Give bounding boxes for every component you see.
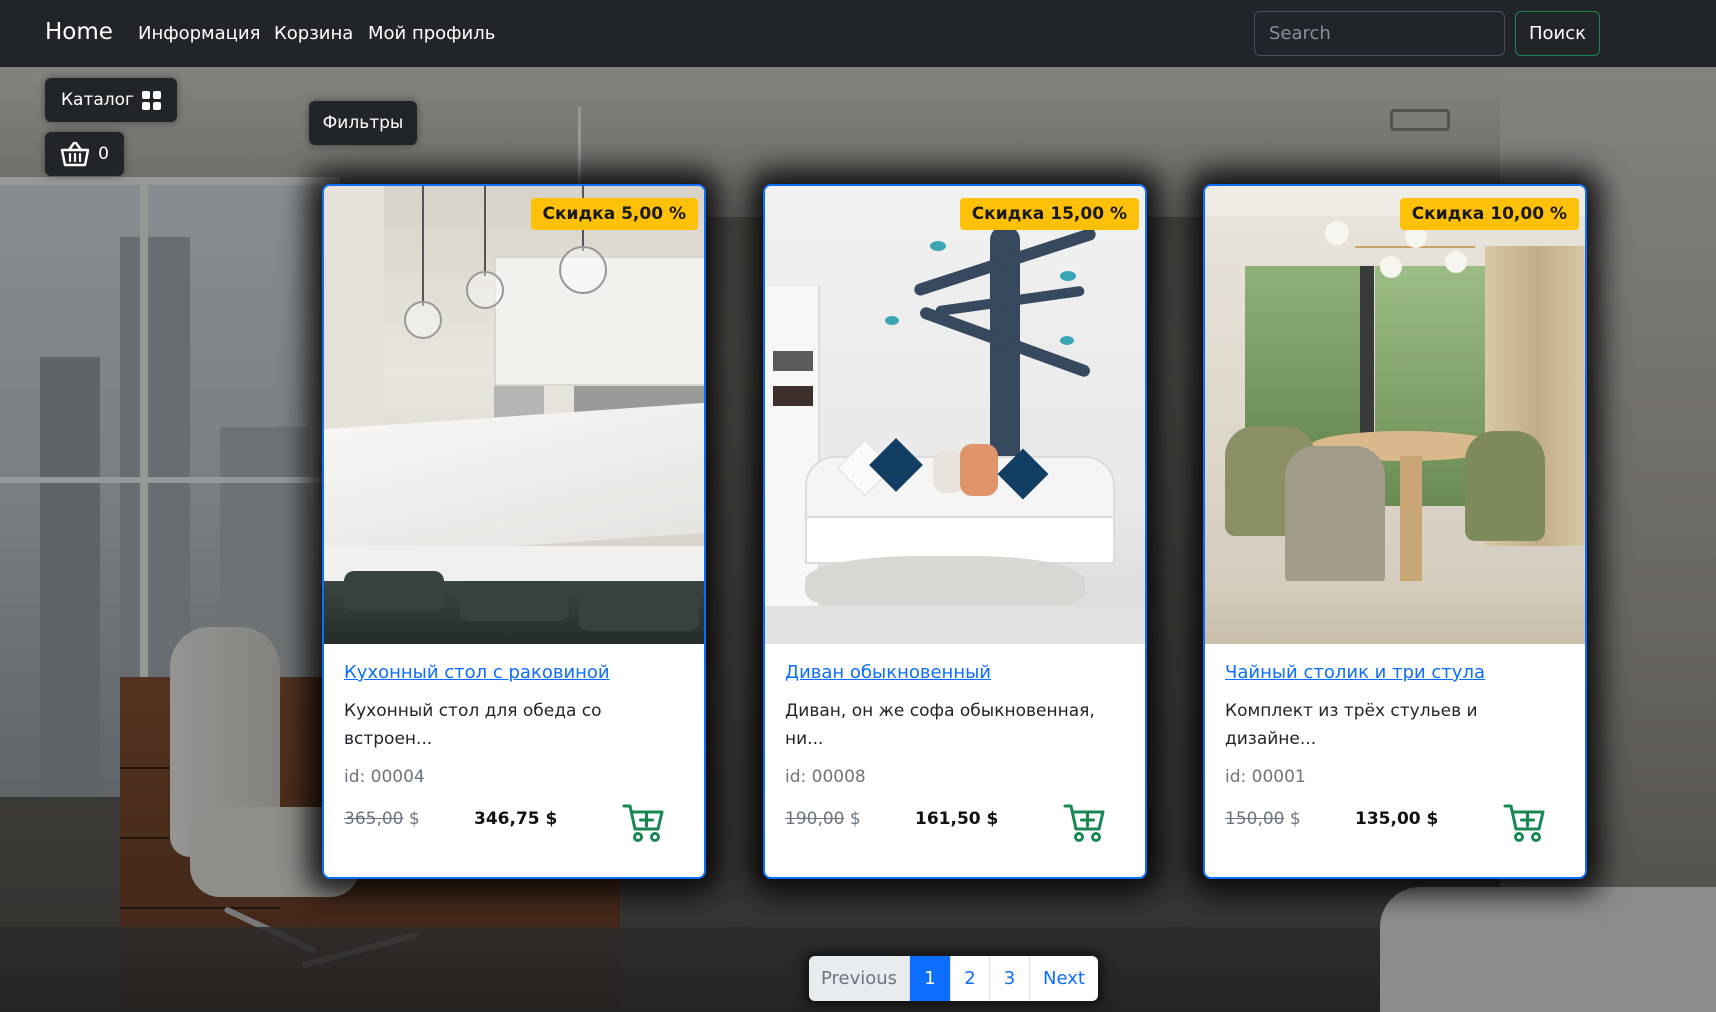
new-price: 135,00 $ xyxy=(1355,809,1439,829)
pagination-previous[interactable]: Previous xyxy=(809,956,910,1001)
cart-plus-icon[interactable] xyxy=(1503,803,1547,843)
new-price: 161,50 $ xyxy=(915,809,999,829)
grid-icon xyxy=(142,90,161,110)
pagination: Previous 1 2 3 Next xyxy=(809,956,1098,1001)
brand-home-link[interactable]: Home xyxy=(45,19,113,45)
product-card: Скидка 10,00 % Чайный столик и три стула… xyxy=(1203,184,1587,879)
search-input[interactable] xyxy=(1254,11,1505,56)
mini-cart-button[interactable]: 0 xyxy=(45,132,124,176)
pagination-page-3[interactable]: 3 xyxy=(990,956,1030,1001)
nav-link-profile[interactable]: Мой профиль xyxy=(368,23,495,44)
product-card: Скидка 5,00 % Кухонный стол с раковиной … xyxy=(322,184,706,879)
old-price: 365,00 $ xyxy=(344,809,420,829)
catalog-label: Каталог xyxy=(60,90,134,110)
product-title-link[interactable]: Чайный столик и три стула xyxy=(1225,662,1565,683)
new-price: 346,75 $ xyxy=(474,809,558,829)
product-description: Кухонный стол для обеда со встроен... xyxy=(344,701,602,749)
nav-link-info[interactable]: Информация xyxy=(138,23,260,44)
product-card: Скидка 15,00 % Диван обыкновенный Диван,… xyxy=(763,184,1147,879)
product-title-link[interactable]: Диван обыкновенный xyxy=(785,662,1125,683)
product-title-link[interactable]: Кухонный стол с раковиной xyxy=(344,662,684,683)
discount-badge: Скидка 10,00 % xyxy=(1399,198,1579,230)
product-description: Комплект из трёх стульев и дизайне... xyxy=(1225,701,1478,749)
filters-button[interactable]: Фильтры xyxy=(309,101,417,145)
top-navbar: Home Информация Корзина Мой профиль Поис… xyxy=(0,0,1716,67)
old-price: 150,00 $ xyxy=(1225,809,1301,829)
product-image-dining[interactable]: Скидка 10,00 % xyxy=(1205,186,1585,644)
product-id: id: 00001 xyxy=(1225,767,1306,787)
catalog-button[interactable]: Каталог xyxy=(45,78,177,122)
product-id: id: 00008 xyxy=(785,767,866,787)
product-image-sofa[interactable]: Скидка 15,00 % xyxy=(765,186,1145,644)
search-button[interactable]: Поиск xyxy=(1515,11,1600,56)
discount-badge: Скидка 15,00 % xyxy=(959,198,1139,230)
nav-link-cart[interactable]: Корзина xyxy=(274,23,353,44)
basket-icon xyxy=(60,141,90,167)
product-id: id: 00004 xyxy=(344,767,425,787)
product-description: Диван, он же софа обыкновенная, ни... xyxy=(785,701,1095,749)
cart-plus-icon[interactable] xyxy=(622,803,666,843)
pagination-page-1[interactable]: 1 xyxy=(910,956,951,1001)
old-price: 190,00 $ xyxy=(785,809,861,829)
pagination-next[interactable]: Next xyxy=(1030,956,1098,1001)
cart-plus-icon[interactable] xyxy=(1063,803,1107,843)
discount-badge: Скидка 5,00 % xyxy=(530,198,698,230)
cart-count: 0 xyxy=(98,144,109,164)
product-image-kitchen[interactable]: Скидка 5,00 % xyxy=(324,186,704,644)
pagination-page-2[interactable]: 2 xyxy=(951,956,990,1001)
